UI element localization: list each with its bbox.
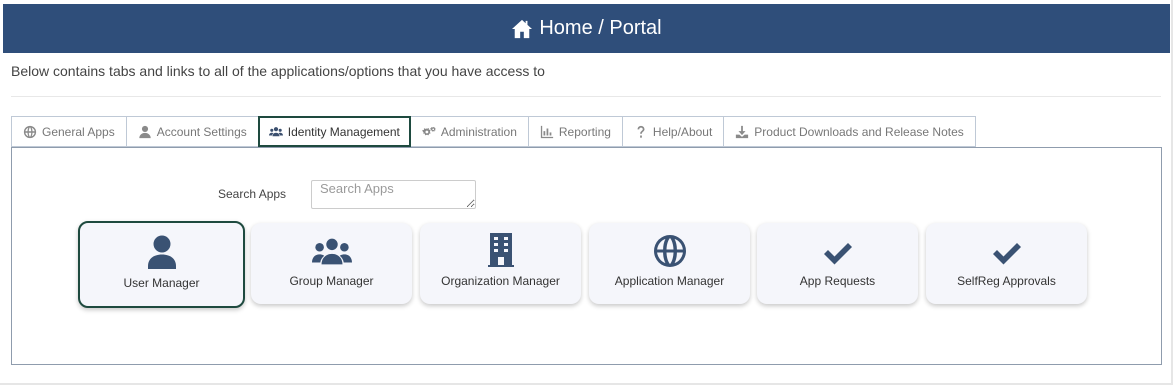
page-header: Home / Portal [3,4,1170,53]
users-icon [311,238,352,265]
checkmark-icon [992,243,1021,265]
page-description: Below contains tabs and links to all of … [11,63,545,79]
tab-reporting[interactable]: Reporting [527,116,622,147]
tab-general-apps[interactable]: General Apps [11,116,126,147]
app-card-label: Group Manager [289,274,374,288]
app-card-selfreg-approvals[interactable]: SelfReg Approvals [926,223,1087,304]
tab-label: Help/About [652,124,713,139]
divider [11,96,1161,97]
tab-label: Administration [440,124,517,139]
tab-bar: General Apps Account Settings Identity M… [11,116,976,147]
app-card-app-requests[interactable]: App Requests [757,223,918,304]
tab-label: General Apps [42,124,115,139]
search-label: Search Apps [218,187,287,201]
globe-icon [23,125,37,138]
app-card-label: User Manager [123,276,200,290]
checkmark-icon [823,243,852,265]
user-icon [139,125,151,138]
tab-help-about[interactable]: Help/About [621,116,724,147]
app-card-group-manager[interactable]: Group Manager [251,223,412,304]
app-card-label: Organization Manager [441,274,560,288]
app-card-organization-manager[interactable]: Organization Manager [420,223,581,304]
page-title: Home / Portal [539,17,662,39]
users-icon [268,126,283,136]
app-card-label: App Requests [799,274,876,288]
app-card-label: Application Manager [614,274,725,288]
app-card-user-manager[interactable]: User Manager [78,221,245,308]
tab-account-settings[interactable]: Account Settings [125,116,258,147]
user-icon [147,235,176,269]
app-card-label: SelfReg Approvals [957,274,1056,288]
tab-label: Product Downloads and Release Notes [754,124,964,139]
gears-icon [422,126,436,135]
bar-chart-icon [540,125,554,138]
download-icon [736,125,749,138]
tab-administration[interactable]: Administration [410,116,528,147]
tab-label: Identity Management [287,124,400,139]
tab-label: Account Settings [156,124,247,139]
app-card-application-manager[interactable]: Application Manager [589,223,750,304]
home-icon [512,19,533,38]
search-input[interactable] [311,180,476,209]
tab-label: Reporting [558,124,611,139]
tab-product-downloads[interactable]: Product Downloads and Release Notes [723,116,976,147]
question-icon [637,125,645,138]
globe-icon [653,235,686,267]
tab-identity-management[interactable]: Identity Management [257,116,411,147]
building-icon [487,233,514,267]
